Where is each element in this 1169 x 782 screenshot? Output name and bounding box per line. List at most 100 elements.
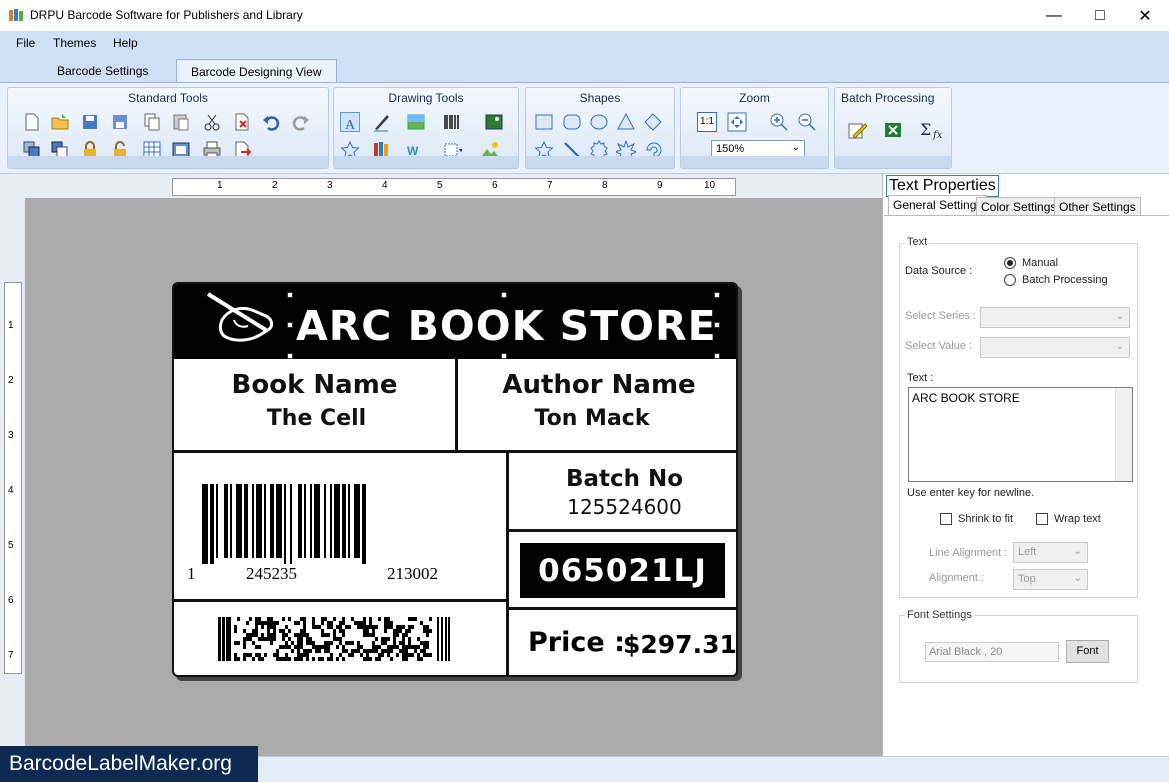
barcode-module [390, 657, 393, 661]
radio-batch-processing[interactable] [1004, 274, 1016, 286]
redo-icon[interactable] [291, 112, 311, 132]
price-title[interactable]: Price : [528, 627, 625, 658]
menu-themes[interactable]: Themes [53, 36, 96, 50]
menu-file[interactable]: File [16, 36, 35, 50]
triangle-shape-icon[interactable] [616, 112, 636, 132]
ruler-tick: 7 [547, 180, 553, 191]
new-file-icon[interactable] [22, 112, 42, 132]
edit-batch-icon[interactable] [847, 120, 868, 140]
book-name-value[interactable]: The Cell [174, 406, 459, 431]
barcode-bar [310, 484, 312, 558]
barcode-module [270, 621, 273, 625]
barcode-module [288, 645, 291, 649]
selection-handle[interactable] [714, 353, 720, 359]
text-tool-icon[interactable]: A [340, 112, 360, 133]
barcode-module [378, 653, 381, 657]
formula-icon[interactable]: Σfx [919, 120, 945, 141]
wrap-text-label[interactable]: Wrap text [1054, 513, 1101, 525]
selection-handle[interactable] [287, 353, 293, 359]
tab-barcode-designing-view[interactable]: Barcode Designing View [176, 59, 337, 83]
minimize-button[interactable]: — [1031, 0, 1077, 31]
save-as-icon[interactable] [110, 112, 130, 132]
font-value-field[interactable]: Arial Black , 20 [925, 642, 1059, 662]
code-box[interactable]: 065021LJ [520, 543, 725, 598]
font-button[interactable]: Font [1066, 640, 1109, 663]
zoom-fit-icon[interactable] [727, 112, 747, 132]
shrink-to-fit-label[interactable]: Shrink to fit [958, 513, 1013, 525]
batch-no-title[interactable]: Batch No [509, 466, 736, 492]
book-name-title[interactable]: Book Name [174, 370, 455, 400]
barcode-bar [298, 484, 302, 558]
menu-help[interactable]: Help [113, 36, 138, 50]
barcode-module [261, 633, 264, 637]
text-input[interactable]: ARC BOOK STORE [908, 387, 1133, 482]
divider [506, 607, 736, 610]
selection-handle[interactable] [501, 353, 507, 359]
radio-manual[interactable] [1004, 257, 1016, 269]
barcode-module [387, 637, 390, 641]
diamond-shape-icon[interactable] [643, 112, 663, 132]
barcode-label[interactable]: ARC BOOK STORE Book Name The Cell Author… [172, 282, 738, 677]
author-name-value[interactable]: Ton Mack [458, 406, 726, 431]
linear-barcode[interactable] [202, 484, 482, 564]
maximize-button[interactable]: □ [1077, 0, 1123, 31]
close-button[interactable]: ✕ [1122, 0, 1168, 31]
barcode-module [420, 657, 423, 661]
paste-icon[interactable] [171, 112, 191, 132]
image-library-icon[interactable] [484, 112, 504, 132]
selection-handle[interactable] [287, 292, 293, 298]
shrink-to-fit-checkbox[interactable] [940, 513, 952, 525]
label-header[interactable]: ARC BOOK STORE [174, 284, 736, 359]
cut-icon[interactable] [202, 112, 222, 132]
select-series-dropdown[interactable]: ⌄ [980, 307, 1130, 328]
select-value-dropdown[interactable]: ⌄ [980, 337, 1130, 358]
tab-color-settings[interactable]: Color Settings [976, 197, 1062, 216]
barcode-module [393, 629, 396, 633]
tab-barcode-settings[interactable]: Barcode Settings [43, 59, 162, 83]
zoom-actual-size-icon[interactable]: 1:1 [697, 112, 717, 132]
copy-icon[interactable] [142, 112, 162, 132]
line-alignment-dropdown[interactable]: Left ⌄ [1013, 542, 1088, 563]
price-value[interactable]: $297.31 [623, 630, 736, 659]
radio-manual-label[interactable]: Manual [1022, 257, 1058, 269]
zoom-value: 150% [716, 143, 745, 155]
barcode-module [369, 649, 372, 653]
open-folder-icon[interactable] [50, 112, 70, 132]
selection-handle[interactable] [287, 322, 293, 328]
selection-handle[interactable] [714, 322, 720, 328]
rounded-rectangle-shape-icon[interactable] [562, 112, 582, 132]
zoom-out-icon[interactable] [797, 112, 817, 132]
barcode-module [327, 641, 330, 645]
picture-tool-icon[interactable] [406, 112, 426, 132]
barcode-module [252, 633, 255, 637]
radio-batch-processing-label[interactable]: Batch Processing [1022, 274, 1108, 286]
barcode-module [402, 657, 405, 661]
rectangle-shape-icon[interactable] [534, 112, 554, 132]
barcode-module [357, 649, 360, 653]
selection-handle[interactable] [501, 292, 507, 298]
store-name-text[interactable]: ARC BOOK STORE [296, 302, 717, 350]
barcode-module [423, 649, 426, 653]
ellipse-shape-icon[interactable] [589, 112, 609, 132]
delete-icon[interactable] [232, 112, 252, 132]
batch-no-value[interactable]: 125524600 [509, 495, 736, 519]
barcode-module [405, 633, 408, 637]
pen-tool-icon[interactable] [372, 112, 392, 132]
barcode-module [300, 657, 303, 661]
wrap-text-checkbox[interactable] [1036, 513, 1048, 525]
pdf417-barcode[interactable] [218, 617, 450, 661]
save-icon[interactable] [80, 112, 100, 132]
tab-general-settings[interactable]: General Settings [888, 195, 988, 216]
barcode-tool-icon[interactable] [442, 112, 462, 132]
barcode-module [273, 629, 276, 633]
barcode-module [360, 653, 363, 657]
undo-icon[interactable] [261, 112, 281, 132]
author-name-title[interactable]: Author Name [458, 370, 736, 400]
text-input-scrollbar[interactable] [1115, 388, 1132, 481]
zoom-in-icon[interactable] [769, 112, 789, 132]
excel-import-icon[interactable] [883, 120, 903, 140]
alignment-dropdown[interactable]: Top ⌄ [1013, 569, 1088, 590]
shapes-title: Shapes [579, 91, 621, 105]
tab-other-settings[interactable]: Other Settings [1054, 197, 1141, 216]
selection-handle[interactable] [714, 292, 720, 298]
